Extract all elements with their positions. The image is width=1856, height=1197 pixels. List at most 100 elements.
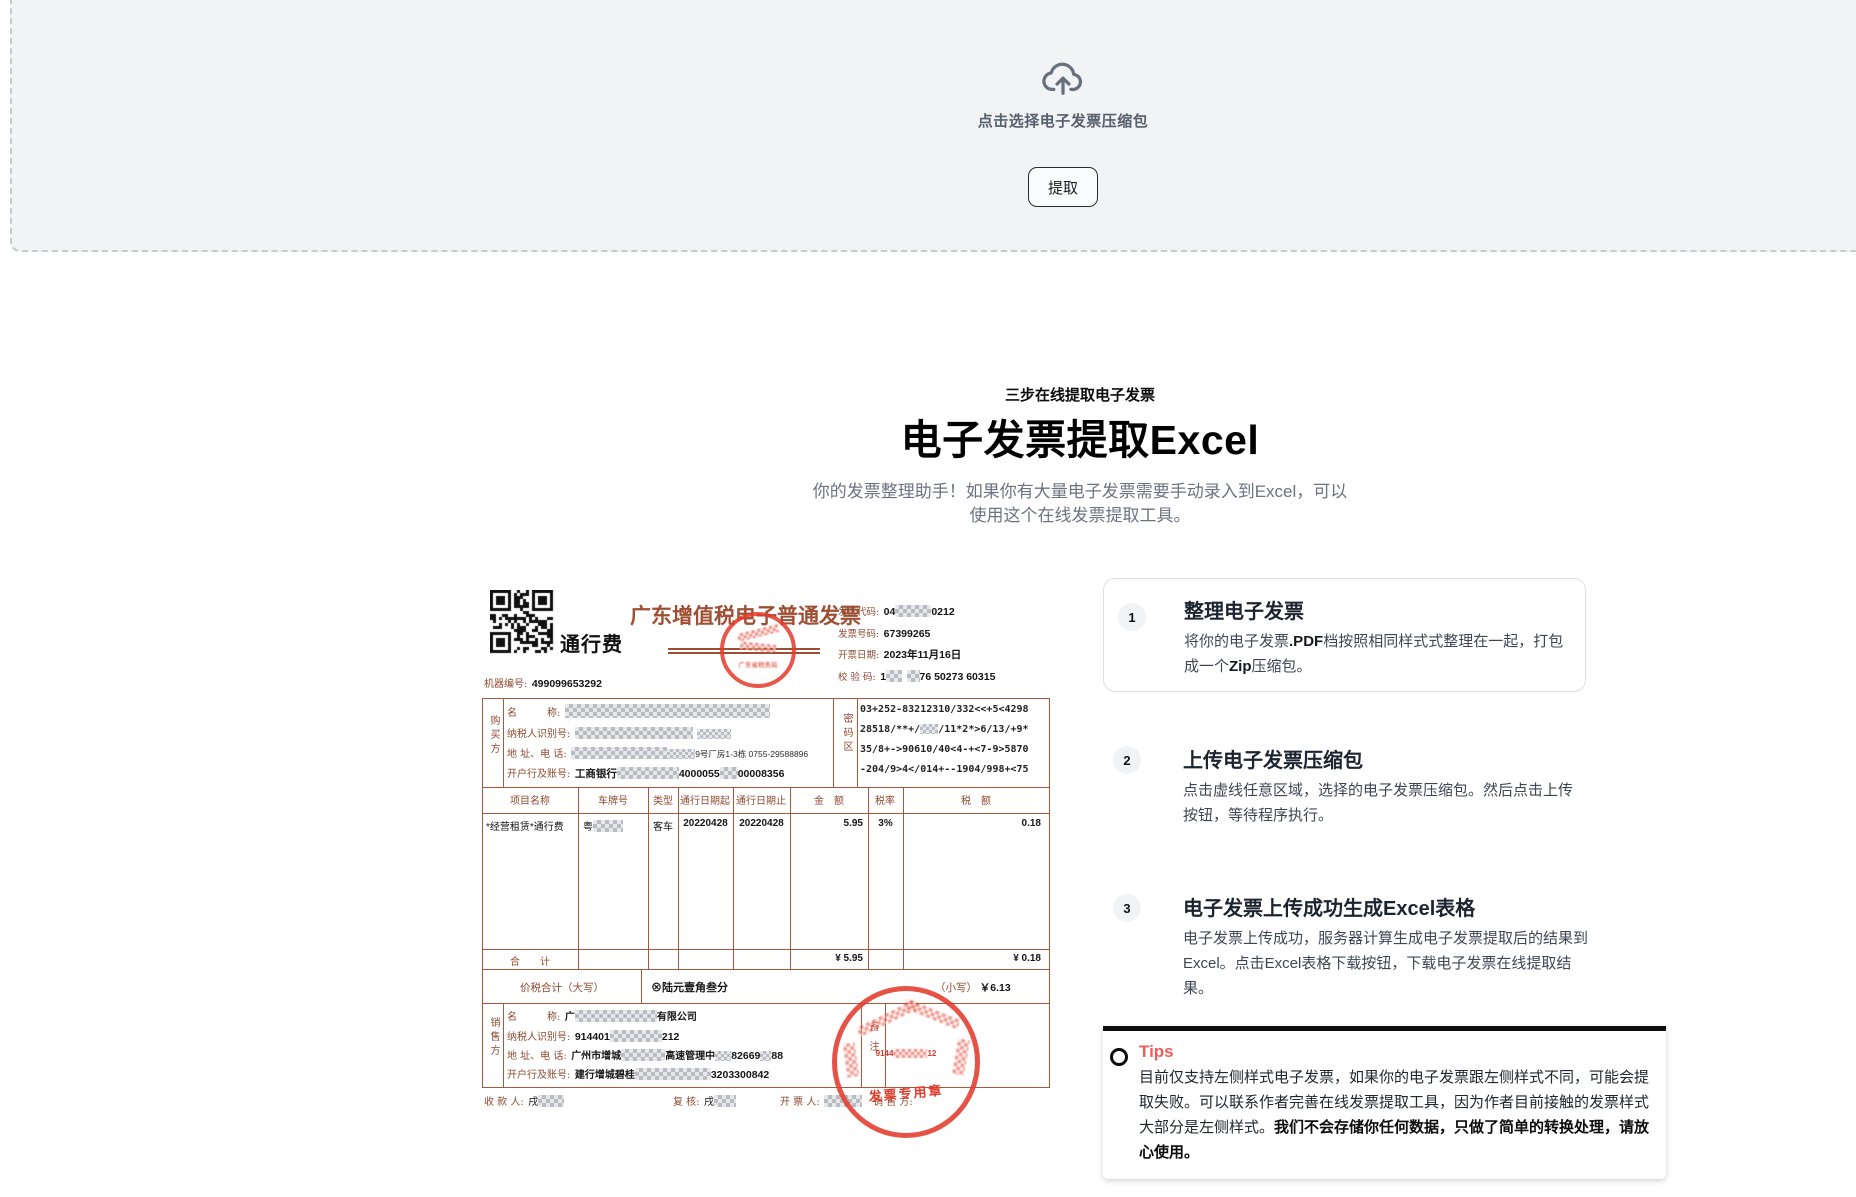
redacted-block xyxy=(893,1049,927,1058)
buyer-address-row: 地 址、电 话: 9号厂房1-3栋 0755-29588896 xyxy=(507,744,808,762)
seller-stamp-no-p2: 12 xyxy=(927,1049,936,1058)
step-1-number-badge: 1 xyxy=(1118,603,1146,631)
seller-stamp-no-p1: 9144 xyxy=(876,1049,894,1058)
redacted-block xyxy=(575,1010,657,1022)
total-amount: ¥ 5.95 xyxy=(790,953,863,964)
total-label: 合 计 xyxy=(510,953,550,968)
step-3-title: 电子发票上传成功生成Excel表格 xyxy=(1183,892,1475,921)
seller-stamp: 9144 12 发票专用章 xyxy=(832,986,980,1138)
table-rule xyxy=(648,787,649,969)
invoice-code-line: 发票代码: 04 0212 xyxy=(838,602,955,620)
tax-bureau-stamp-text: 广东省税务局 xyxy=(739,659,778,669)
seller-taxid-p1: 914401 xyxy=(575,1031,610,1043)
redacted-block xyxy=(895,605,931,617)
fee-type-label: 通行费 xyxy=(560,628,623,657)
amount-small: （小写） ￥6.13 xyxy=(935,980,1011,995)
seller-address-p1: 广州市增城 xyxy=(571,1051,621,1062)
col-header-type: 类型 xyxy=(653,792,673,807)
seller-name-p2: 有限公司 xyxy=(657,1012,697,1023)
extract-button[interactable]: 提取 xyxy=(1028,167,1098,207)
buyer-bank-p1: 工商银行 xyxy=(575,768,617,780)
redacted-block xyxy=(565,704,770,718)
invoice-check-p2: 76 50273 60315 xyxy=(920,671,996,683)
table-rule xyxy=(903,787,904,969)
step-2-title: 上传电子发票压缩包 xyxy=(1183,744,1363,773)
invoice-no-label: 发票号码: xyxy=(838,629,879,640)
password-line-4: -204/9>4</014+--1904/998+<75 xyxy=(860,764,1048,775)
invoice-code-p2: 0212 xyxy=(931,606,954,618)
col-header-tax-rate: 税率 xyxy=(875,792,895,807)
table-rule xyxy=(641,969,642,1003)
total-tax: ¥ 0.18 xyxy=(903,953,1041,964)
col-header-plate: 车牌号 xyxy=(598,792,628,807)
row-vehicle-type: 客车 xyxy=(649,818,677,833)
password-line-3: 35/8+->90610/40<4-+<7-9>5870 xyxy=(860,744,1048,755)
redacted-block xyxy=(740,641,777,653)
reviewer-label: 复 核: xyxy=(673,1097,700,1108)
page-description-line2: 使用这个在线发票提取工具。 xyxy=(970,506,1191,525)
circle-icon xyxy=(1110,1048,1128,1066)
step-1-desc-part: 将你的电子发票 xyxy=(1184,633,1289,650)
table-rule xyxy=(503,699,504,787)
payee-label: 收 款 人: xyxy=(484,1097,524,1108)
payee-item: 收 款 人: 戌 xyxy=(484,1092,564,1110)
invoice-code-label: 发票代码: xyxy=(838,607,879,618)
buyer-bank-row: 开户行及账号: 工商银行400005500008356 xyxy=(507,764,784,782)
table-rule xyxy=(857,699,858,787)
seller-bank-row: 开户行及账号: 建行增城碧桂3203300842 xyxy=(507,1065,769,1083)
row-date-start: 20220428 xyxy=(679,818,732,829)
page: 点击选择电子发票压缩包 提取 三步在线提取电子发票 电子发票提取Excel 你的… xyxy=(0,0,1856,1197)
amount-small-label: （小写） xyxy=(935,982,977,994)
seller-name-label: 名 称: xyxy=(507,1012,560,1023)
table-rule xyxy=(483,787,1049,788)
row-tax-rate: 3% xyxy=(869,818,902,829)
seller-address-row: 地 址、电 话: 广州市增城高速管理中8266988 xyxy=(507,1046,783,1064)
page-title: 电子发票提取Excel xyxy=(480,406,1680,466)
machine-number-label: 机器编号: xyxy=(484,679,527,690)
step-2-description: 点击虚线任意区域，选择的电子发票压缩包。然后点击上传按钮，等待程序执行。 xyxy=(1183,778,1575,828)
buyer-name-row: 名 称: xyxy=(507,703,770,721)
buyer-bank-p3: 00008356 xyxy=(738,768,785,780)
redacted-block xyxy=(720,767,738,779)
step-1-description: 将你的电子发票.PDF档按照相同样式式整理在一起，打包成一个Zip压缩包。 xyxy=(1184,629,1566,679)
tips-card: Tips 目前仅支持左侧样式电子发票，如果你的电子发票跟左侧样式不同，可能会提取… xyxy=(1103,1026,1666,1179)
row-plate-prefix: 粤 xyxy=(583,822,593,833)
payee-value: 戌 xyxy=(528,1097,538,1108)
amount-in-words: ⊗陆元壹角叁分 xyxy=(651,979,728,995)
password-side-label: 密码区 xyxy=(839,713,854,755)
redacted-block xyxy=(903,999,961,1030)
tips-title: Tips xyxy=(1139,1042,1656,1062)
seller-bank-label: 开户行及账号: xyxy=(507,1070,570,1081)
hero-section: 三步在线提取电子发票 电子发票提取Excel 你的发票整理助手！如果你有大量电子… xyxy=(480,384,1680,528)
redacted-block xyxy=(635,1068,711,1080)
col-header-amount: 金 额 xyxy=(814,792,844,807)
seller-stamp-text: 发票专用章 xyxy=(836,1077,975,1108)
table-rule xyxy=(503,1003,504,1087)
tax-bureau-stamp: 广东省税务局 xyxy=(720,612,796,688)
table-rule xyxy=(868,787,869,969)
table-rule xyxy=(483,949,1049,950)
row-item-name: *经营租赁*通行费 xyxy=(486,818,564,833)
invoice-code-p1: 04 xyxy=(884,606,896,618)
col-header-item: 项目名称 xyxy=(510,792,550,807)
table-rule xyxy=(678,787,679,969)
seller-taxid-label: 纳税人识别号: xyxy=(507,1032,570,1043)
reviewer-item: 复 核: 戌 xyxy=(673,1092,736,1110)
table-rule xyxy=(578,787,579,969)
invoice-date-label: 开票日期: xyxy=(838,650,879,661)
upload-dropzone[interactable]: 点击选择电子发票压缩包 提取 xyxy=(10,0,1856,252)
password-line-1: 03+252-83212310/332<<+5<4298 xyxy=(860,704,1048,715)
buyer-taxid-label: 纳税人识别号: xyxy=(507,729,570,740)
redacted-block xyxy=(920,724,938,734)
buyer-address-label: 地 址、电 话: xyxy=(507,749,567,760)
page-description-line1: 你的发票整理助手！如果你有大量电子发票需要手动录入到Excel，可以 xyxy=(813,482,1348,501)
redacted-block xyxy=(907,670,920,682)
redacted-block xyxy=(617,767,679,779)
drawer-label: 开 票 人: xyxy=(780,1097,820,1108)
step-2-number-badge: 2 xyxy=(1113,746,1141,774)
step-1-desc-bold-pdf: .PDF xyxy=(1289,633,1323,650)
seller-address-p4: 88 xyxy=(771,1050,783,1062)
tips-body: 目前仅支持左侧样式电子发票，如果你的电子发票跟左侧样式不同，可能会提取失败。可以… xyxy=(1139,1065,1656,1165)
redacted-block xyxy=(610,1030,662,1042)
cloud-upload-icon xyxy=(1040,56,1086,98)
